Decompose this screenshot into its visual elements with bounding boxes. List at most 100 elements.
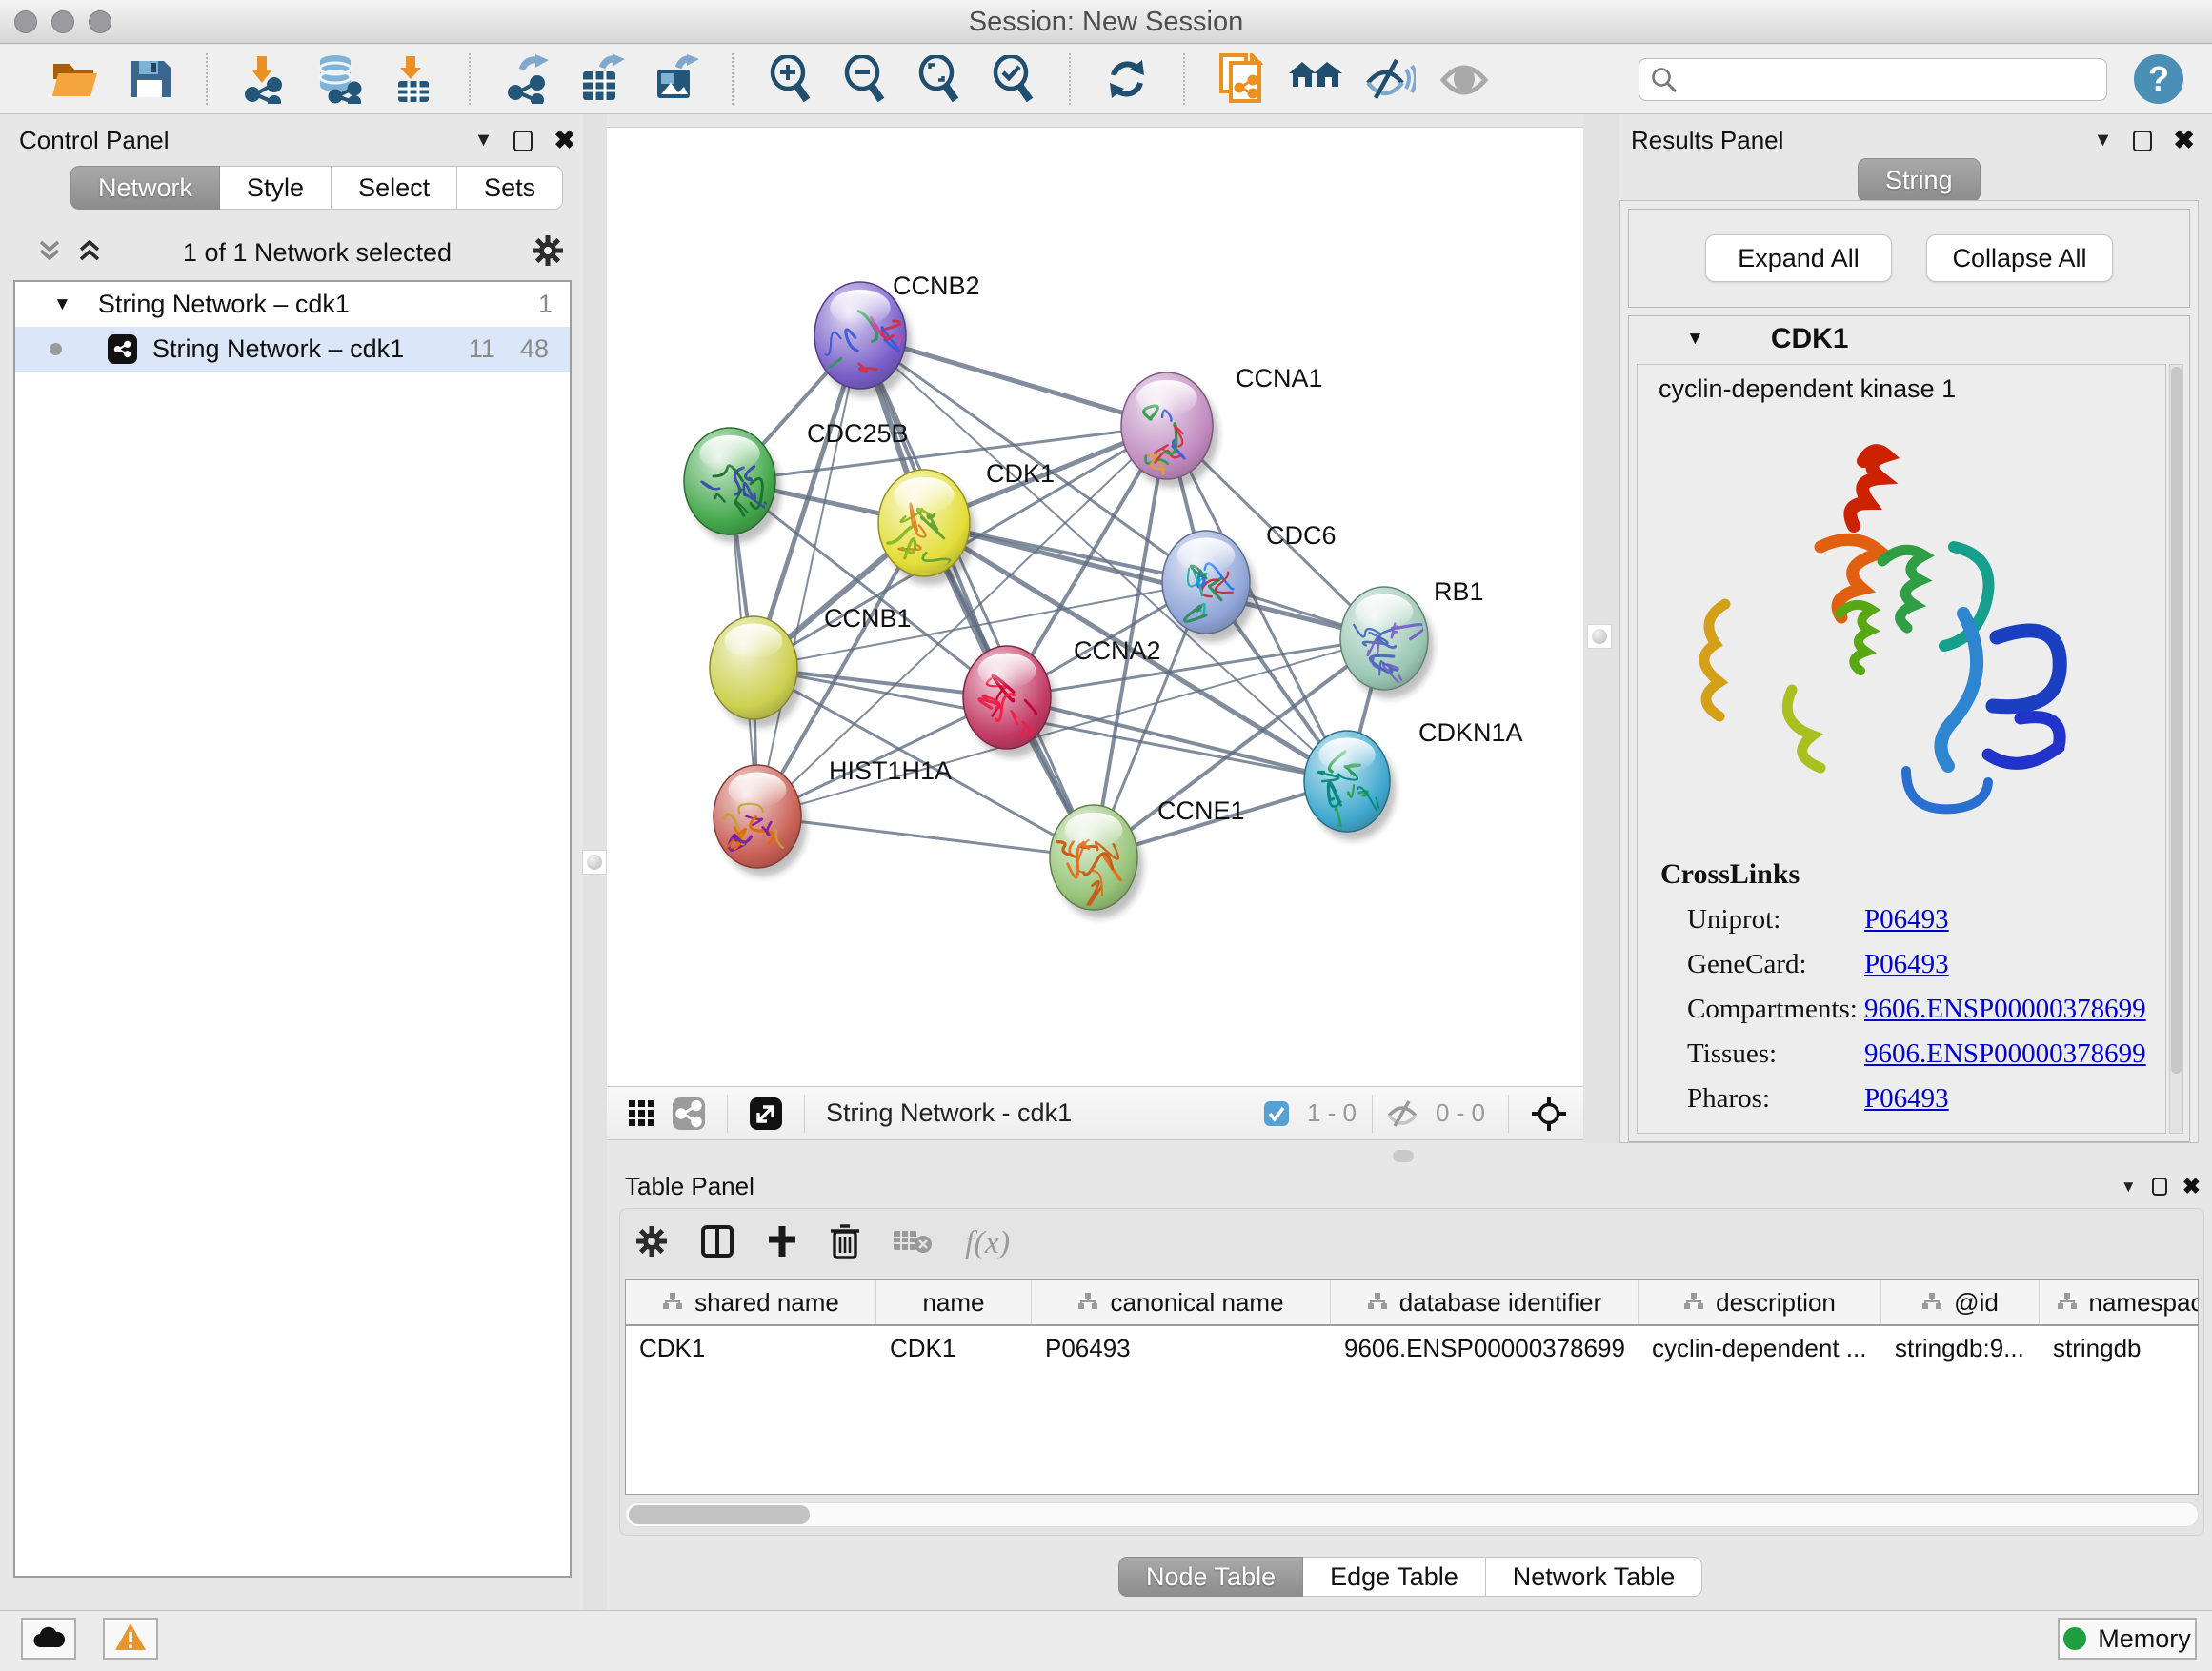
panel-collapse-icon[interactable]: ▼ <box>2094 130 2113 151</box>
table-settings-gear-icon[interactable] <box>635 1225 668 1262</box>
import-table-button[interactable] <box>386 52 439 106</box>
column-header-name[interactable]: name <box>876 1280 1032 1324</box>
panel-collapse-icon[interactable]: ▼ <box>474 130 493 151</box>
refresh-button[interactable] <box>1100 52 1154 106</box>
crosslink-link[interactable]: 9606.ENSP00000378699 <box>1864 1038 2146 1070</box>
export-image-button[interactable] <box>649 52 702 106</box>
table-cell[interactable]: 9606.ENSP00000378699 <box>1331 1326 1639 1371</box>
table-cell[interactable]: cyclin-dependent ... <box>1639 1326 1881 1371</box>
right-splitter-handle[interactable] <box>1587 624 1612 649</box>
network-edge-HIST1H1A-CCNE1[interactable] <box>757 816 1094 857</box>
cloud-status-button[interactable] <box>21 1618 76 1660</box>
delete-column-icon[interactable] <box>830 1223 860 1264</box>
export-network-button[interactable] <box>500 52 553 106</box>
column-header--id[interactable]: @id <box>1881 1280 2040 1324</box>
crosslink-link[interactable]: P06493 <box>1864 1083 1949 1115</box>
tab-select[interactable]: Select <box>332 166 457 210</box>
results-scrollbar-thumb[interactable] <box>2171 367 2182 1074</box>
window-minimize-button[interactable] <box>51 10 74 33</box>
hidden-eye-icon[interactable] <box>1386 1100 1418 1127</box>
column-header-namespac[interactable]: namespac <box>2040 1280 2199 1324</box>
network-collection-row[interactable]: ▼ String Network – cdk1 1 <box>15 282 570 327</box>
crosslink-link[interactable]: P06493 <box>1864 904 1949 936</box>
left-splitter-handle[interactable] <box>582 850 607 875</box>
search-input[interactable] <box>1639 58 2107 101</box>
table-cell[interactable]: CDK1 <box>876 1326 1032 1371</box>
column-header-database-identifier[interactable]: database identifier <box>1331 1280 1639 1324</box>
protein-card-header[interactable]: ▼ CDK1 <box>1629 316 2189 362</box>
table-cell[interactable]: stringdb <box>2040 1326 2199 1371</box>
protein-expanded-icon[interactable]: ▼ <box>1686 329 1704 350</box>
network-edge-CCNB2-HIST1H1A[interactable] <box>757 335 860 816</box>
zoom-selected-button[interactable] <box>986 52 1039 106</box>
table-hscrollbar-thumb[interactable] <box>629 1505 810 1524</box>
network-node-RB1[interactable] <box>1340 587 1434 698</box>
table-hscrollbar[interactable] <box>625 1502 2199 1527</box>
warning-status-button[interactable] <box>103 1618 158 1660</box>
collapse-all-networks-icon[interactable] <box>36 236 63 270</box>
table-cell[interactable]: stringdb:9... <box>1881 1326 2040 1371</box>
column-header-shared-name[interactable]: shared name <box>626 1280 876 1324</box>
zoom-in-button[interactable] <box>763 52 816 106</box>
import-database-button[interactable] <box>312 52 365 106</box>
show-all-button[interactable] <box>1438 52 1491 106</box>
first-neighbors-button[interactable] <box>1289 52 1342 106</box>
tab-style[interactable]: Style <box>220 166 332 210</box>
panel-close-icon[interactable]: ✖ <box>553 128 575 153</box>
table-cell[interactable]: CDK1 <box>626 1326 876 1371</box>
zoom-fit-button[interactable] <box>912 52 965 106</box>
expand-all-button[interactable]: Expand All <box>1705 234 1892 282</box>
function-builder-icon[interactable]: f(x) <box>965 1225 1010 1261</box>
network-node-CCNA2[interactable] <box>963 646 1056 757</box>
collapse-all-button[interactable]: Collapse All <box>1926 234 2113 282</box>
crosslink-link[interactable]: 9606.ENSP00000378699 <box>1864 994 2146 1025</box>
tree-expanded-icon[interactable]: ▼ <box>53 294 71 315</box>
network-canvas[interactable]: CCNB2CCNA1CDC25BCDK1CDC6RB1CCNB1CCNA2CDK… <box>607 127 1583 1086</box>
network-row[interactable]: String Network – cdk1 11 48 <box>15 327 570 372</box>
help-button[interactable]: ? <box>2134 54 2183 104</box>
crosslink-link[interactable]: P06493 <box>1864 949 1949 980</box>
save-session-button[interactable] <box>123 52 176 106</box>
tab-node-table[interactable]: Node Table <box>1118 1557 1303 1597</box>
window-close-button[interactable] <box>14 10 37 33</box>
panel-close-icon[interactable]: ✖ <box>2173 128 2195 153</box>
bottom-splitter-handle[interactable] <box>1393 1150 1414 1162</box>
network-node-CCNB1[interactable] <box>710 616 803 728</box>
tab-network[interactable]: Network <box>70 166 220 210</box>
protein-structure-image[interactable] <box>1668 433 2165 847</box>
column-header-canonical-name[interactable]: canonical name <box>1032 1280 1331 1324</box>
window-zoom-button[interactable] <box>89 10 111 33</box>
grid-view-icon[interactable] <box>628 1099 656 1128</box>
network-node-CDC25B[interactable] <box>684 428 781 543</box>
delete-table-icon[interactable] <box>893 1227 933 1260</box>
column-header-description[interactable]: description <box>1639 1280 1881 1324</box>
panel-collapse-icon[interactable]: ▼ <box>2121 1178 2137 1197</box>
export-table-button[interactable] <box>574 52 628 106</box>
table-cell[interactable]: P06493 <box>1032 1326 1331 1371</box>
add-column-icon[interactable] <box>767 1224 797 1263</box>
tab-string[interactable]: String <box>1858 158 1981 202</box>
results-scrollbar[interactable] <box>2169 364 2183 1134</box>
table-row[interactable]: CDK1CDK1P064939606.ENSP00000378699cyclin… <box>626 1326 2198 1371</box>
network-node-CCNE1[interactable] <box>1050 805 1143 918</box>
birds-eye-view-icon[interactable] <box>749 1097 783 1131</box>
panel-close-icon[interactable]: ✖ <box>2182 1176 2201 1198</box>
network-options-gear-icon[interactable] <box>532 234 564 272</box>
open-session-button[interactable] <box>49 52 102 106</box>
zoom-out-button[interactable] <box>837 52 891 106</box>
string-enrichment-button[interactable] <box>1215 52 1268 106</box>
panel-float-icon[interactable] <box>2133 131 2152 151</box>
crosshair-icon[interactable] <box>1530 1095 1568 1133</box>
network-node-CDKN1A[interactable] <box>1304 731 1396 840</box>
network-view-icon[interactable] <box>672 1097 706 1131</box>
selected-checkbox-icon[interactable] <box>1263 1100 1290 1127</box>
hide-selected-button[interactable] <box>1363 52 1417 106</box>
panel-float-icon[interactable] <box>2152 1178 2167 1196</box>
memory-button[interactable]: Memory <box>2058 1618 2197 1660</box>
expand-all-networks-icon[interactable] <box>76 236 103 270</box>
panel-float-icon[interactable] <box>513 131 533 151</box>
tab-sets[interactable]: Sets <box>457 166 563 210</box>
network-node-CDK1[interactable] <box>878 470 975 585</box>
show-columns-icon[interactable] <box>700 1224 734 1263</box>
network-graph[interactable]: CCNB2CCNA1CDC25BCDK1CDC6RB1CCNB1CCNA2CDK… <box>607 128 1583 1087</box>
